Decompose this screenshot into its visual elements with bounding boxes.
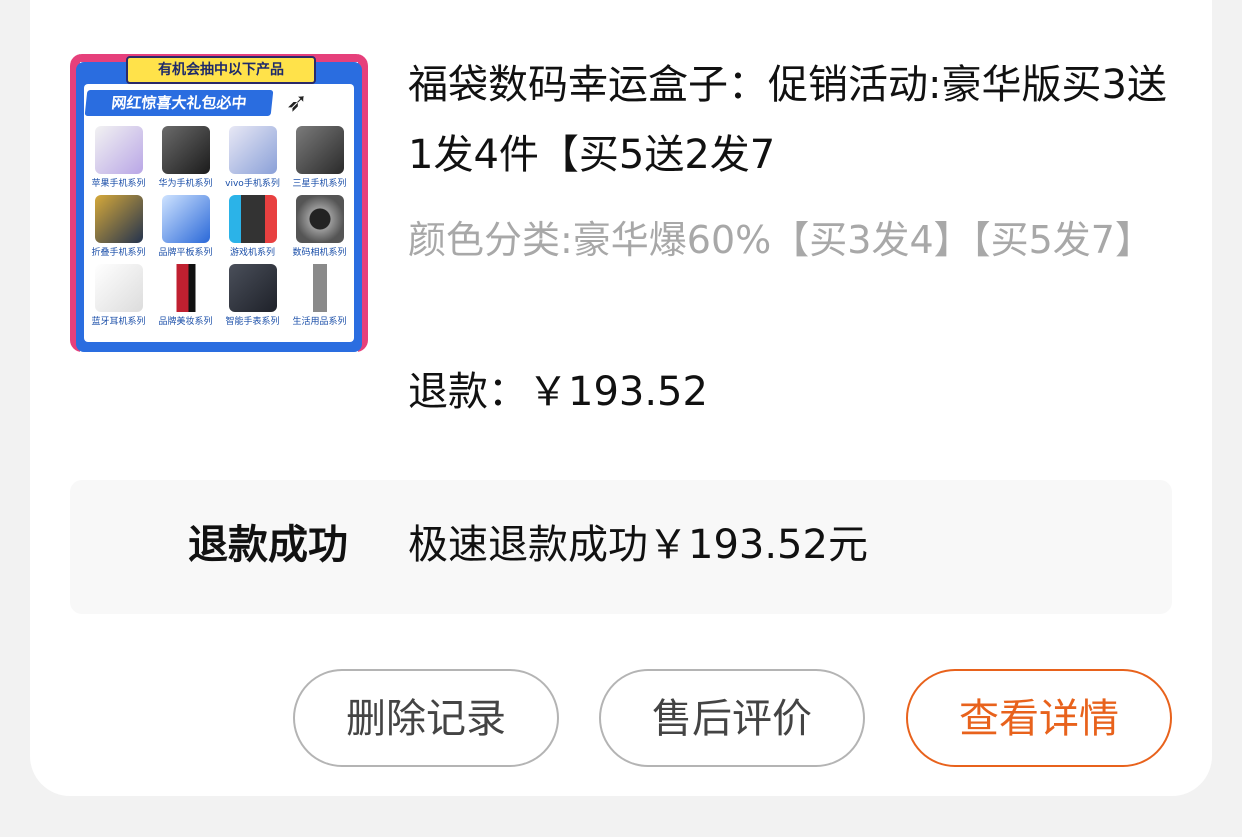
grid-caption: 游戏机系列 [229,248,275,258]
grid-caption: 苹果手机系列 [91,179,146,189]
grid-cell: vivo手机系列 [220,126,285,189]
grid-caption: 数码相机系列 [292,248,347,258]
phone-image [228,126,277,174]
grid-cell: 华为手机系列 [153,126,218,189]
grid-cell: 品牌美妆系列 [153,264,218,327]
foldable-phone-image [94,195,143,243]
grid-caption: vivo手机系列 [225,179,280,189]
thumbnail-top-banner: 有机会抽中以下产品 [126,56,316,84]
tablet-image [161,195,210,243]
shaver-image [295,264,344,312]
refund-amount: 退款：￥193.52 [408,369,708,415]
product-title[interactable]: 福袋数码幸运盒子：促销活动:豪华版买3送1发4件【买5送2发7 [408,50,1168,190]
grid-caption: 智能手表系列 [225,317,280,327]
phone-image [161,126,210,174]
grid-caption: 蓝牙耳机系列 [91,317,146,327]
product-thumbnail[interactable]: 有机会抽中以下产品 网红惊喜大礼包必中 ➶ 苹果手机系列 华为手机系列 vivo… [70,54,368,352]
grid-caption: 华为手机系列 [158,179,213,189]
grid-cell: 游戏机系列 [220,195,285,258]
thumbnail-main-banner: 网红惊喜大礼包必中 [84,90,274,116]
refund-status-description: 极速退款成功￥193.52元 [408,522,868,568]
grid-caption: 品牌美妆系列 [158,317,213,327]
view-details-button[interactable]: 查看详情 [906,669,1172,767]
camera-image [295,195,344,243]
after-sale-review-button[interactable]: 售后评价 [599,669,865,767]
grid-caption: 三星手机系列 [292,179,347,189]
lipstick-image [161,264,210,312]
cursor-click-icon: ➶ [286,88,308,118]
grid-cell: 数码相机系列 [287,195,352,258]
grid-cell: 智能手表系列 [220,264,285,327]
smartwatch-image [228,264,277,312]
grid-cell: 折叠手机系列 [86,195,151,258]
phone-image [94,126,143,174]
grid-cell: 品牌平板系列 [153,195,218,258]
grid-cell: 生活用品系列 [287,264,352,327]
product-sku: 颜色分类:豪华爆60%【买3发4】【买5发7】 [408,218,1153,262]
game-console-image [228,195,277,243]
grid-cell: 蓝牙耳机系列 [86,264,151,327]
thumbnail-product-grid: 苹果手机系列 华为手机系列 vivo手机系列 三星手机系列 折叠手机系列 品牌平… [86,126,352,327]
phone-image [295,126,344,174]
grid-caption: 生活用品系列 [292,317,347,327]
grid-cell: 三星手机系列 [287,126,352,189]
grid-cell: 苹果手机系列 [86,126,151,189]
refund-status-label: 退款成功 [188,522,348,568]
delete-record-button[interactable]: 删除记录 [293,669,559,767]
grid-caption: 品牌平板系列 [158,248,213,258]
earbuds-image [94,264,143,312]
grid-caption: 折叠手机系列 [91,248,146,258]
